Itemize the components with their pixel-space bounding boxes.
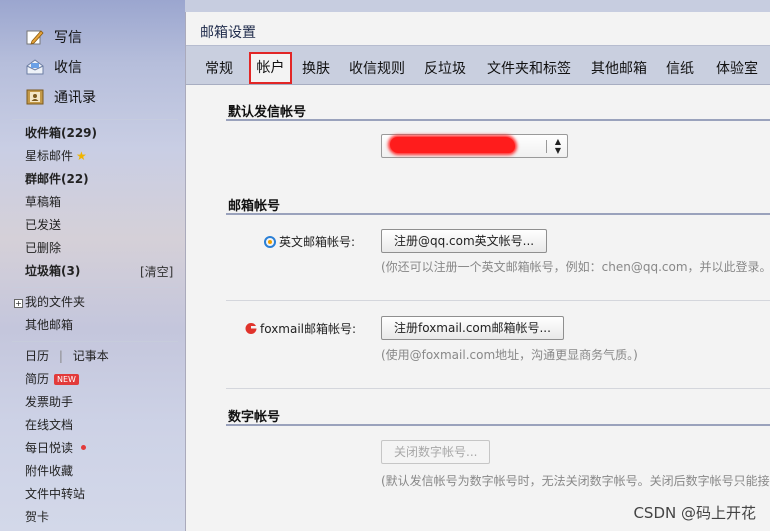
new-badge: NEW (54, 374, 79, 385)
star-icon: ★ (76, 149, 87, 163)
sidebar-item-my-folders[interactable]: + 我的文件夹 (14, 293, 85, 311)
sidebar-item-deleted[interactable]: 已删除 (25, 239, 61, 257)
sidebar-divider (12, 287, 178, 288)
calendar-link[interactable]: 日历 (25, 349, 49, 363)
register-english-account-button[interactable]: 注册@qq.com英文帐号... (381, 229, 548, 253)
expand-plus-icon[interactable]: + (14, 299, 23, 308)
english-account-label-text: 英文邮箱帐号: (279, 235, 356, 249)
english-account-label: 英文邮箱帐号: (264, 233, 355, 250)
notes-link[interactable]: 记事本 (73, 349, 109, 363)
section-divider (226, 424, 770, 426)
sidebar-item-resume[interactable]: 简历 NEW (25, 370, 79, 388)
settings-tabs: 常规 帐户 换肤 收信规则 反垃圾 文件夹和标签 其他邮箱 信纸 体验室 (186, 45, 770, 85)
pencil-icon (26, 28, 44, 46)
close-digital-account-button[interactable]: 关闭数字帐号... (381, 440, 491, 464)
settings-panel: 邮箱设置 常规 帐户 换肤 收信规则 反垃圾 文件夹和标签 其他邮箱 信纸 体验… (185, 12, 770, 531)
sidebar-item-inbox[interactable]: 收件箱(229) (25, 124, 97, 142)
sidebar-item-invoice[interactable]: 发票助手 (25, 393, 73, 411)
sidebar-item-attachments[interactable]: 附件收藏 (25, 462, 73, 480)
sidebar-item-starred[interactable]: 星标邮件 ★ (25, 147, 87, 165)
register-foxmail-account-button[interactable]: 注册foxmail.com邮箱帐号... (381, 316, 564, 340)
sidebar-divider (12, 119, 178, 120)
sidebar-item-drafts[interactable]: 草稿箱 (25, 193, 61, 211)
row-divider (226, 300, 770, 301)
link-separator: | (58, 349, 63, 363)
foxmail-account-label-text: foxmail邮箱帐号: (260, 322, 357, 336)
select-arrows-icon: ▲ ▼ (554, 137, 561, 155)
foxmail-icon (245, 322, 257, 335)
receive-button[interactable]: 收信 (26, 56, 82, 78)
section-title-digital-account: 数字帐号 (228, 410, 281, 425)
compose-button[interactable]: 写信 (26, 26, 82, 48)
sidebar: 写信 收信 通讯录 收件箱(229) 星标邮件 ★ 群邮件(22) 草稿箱 已发送… (0, 0, 185, 531)
english-account-hint: (你还可以注册一个英文邮箱帐号，例如：chen@qq.com，并以此登录。 (381, 260, 770, 274)
redacted-email (390, 137, 515, 153)
watermark: CSDN @码上开花 (633, 504, 756, 522)
tab-receive-rules[interactable]: 收信规则 (346, 55, 408, 83)
sidebar-divider (12, 341, 178, 342)
sidebar-item-spam[interactable]: 垃圾箱(3) (25, 262, 80, 280)
address-book-icon (26, 88, 44, 106)
foxmail-account-label: foxmail邮箱帐号: (245, 320, 356, 337)
page-title: 邮箱设置 (200, 25, 256, 41)
sidebar-item-sent[interactable]: 已发送 (25, 216, 61, 234)
default-sender-select[interactable]: ▲ ▼ (381, 134, 568, 158)
qq-mail-icon (264, 235, 276, 248)
section-title-mail-accounts: 邮箱帐号 (228, 199, 281, 214)
tab-skin[interactable]: 换肤 (297, 55, 335, 83)
clear-spam-link[interactable]: [清空] (140, 263, 173, 280)
inbox-icon (26, 58, 44, 76)
tab-general[interactable]: 常规 (198, 55, 240, 83)
tab-account[interactable]: 帐户 (249, 52, 292, 84)
my-folders-label: 我的文件夹 (25, 295, 86, 309)
row-divider (226, 388, 770, 389)
section-title-default-sender: 默认发信帐号 (228, 105, 307, 120)
sidebar-item-cards[interactable]: 贺卡 (25, 508, 49, 526)
starred-label: 星标邮件 (25, 149, 74, 163)
contacts-button[interactable]: 通讯录 (26, 86, 96, 108)
unread-dot (81, 445, 87, 450)
daily-reading-label: 每日悦读 (25, 441, 74, 455)
section-divider (226, 213, 770, 215)
tab-stationery[interactable]: 信纸 (664, 55, 696, 83)
contacts-label: 通讯录 (54, 90, 96, 106)
sidebar-item-group[interactable]: 群邮件(22) (25, 170, 89, 188)
select-separator (546, 140, 547, 153)
compose-label: 写信 (54, 30, 82, 46)
sidebar-item-calendar-notes: 日历 | 记事本 (25, 347, 109, 365)
foxmail-account-hint: (使用@foxmail.com地址，沟通更显商务气质。) (381, 348, 638, 362)
tab-folders-labels[interactable]: 文件夹和标签 (484, 55, 574, 83)
sidebar-item-online-docs[interactable]: 在线文档 (25, 416, 73, 434)
receive-label: 收信 (54, 60, 82, 76)
tab-lab[interactable]: 体验室 (712, 55, 762, 83)
section-divider (226, 119, 770, 121)
resume-label: 简历 (25, 372, 50, 386)
tab-other-mailboxes[interactable]: 其他邮箱 (588, 55, 650, 83)
sidebar-item-file-transfer[interactable]: 文件中转站 (25, 485, 85, 503)
sidebar-item-other-mail[interactable]: 其他邮箱 (25, 316, 73, 334)
tab-anti-spam[interactable]: 反垃圾 (421, 55, 469, 83)
sidebar-item-daily-reading[interactable]: 每日悦读 (25, 439, 87, 457)
digital-account-hint: (默认发信帐号为数字帐号时，无法关闭数字帐号。关闭后数字帐号只能接 (381, 474, 770, 488)
